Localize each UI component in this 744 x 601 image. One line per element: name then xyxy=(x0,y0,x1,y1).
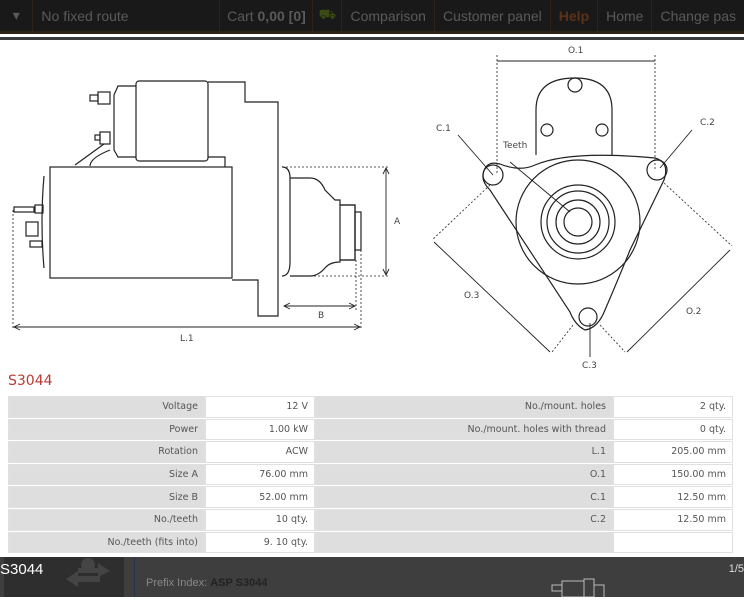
prefix-label: Prefix Index: xyxy=(146,577,208,589)
prefix-index: Prefix Index: ASP S3044 xyxy=(146,577,268,589)
side-view: A B L.1 xyxy=(12,80,401,344)
result-bar: S3044 Prefix Index: ASP S3044 1/5 xyxy=(0,557,744,597)
nav-change-password[interactable]: Change pas xyxy=(652,0,744,33)
home-label: Home xyxy=(606,7,644,24)
spec-value: 12.50 mm xyxy=(613,486,733,508)
spec-value: 12.50 mm xyxy=(613,508,733,531)
label-c1: C.1 xyxy=(436,124,451,134)
page-indicator: 1/5 xyxy=(728,563,744,575)
spec-label: No./mount. holes xyxy=(315,396,613,418)
spec-label: O.1 xyxy=(315,463,613,486)
spec-value: 9. 10 qty. xyxy=(205,531,315,554)
spec-label: No./teeth xyxy=(8,508,205,531)
customer-panel-label: Customer panel xyxy=(442,7,542,24)
spec-label: Rotation xyxy=(8,441,205,463)
specs-table: Voltage 12 V No./mount. holes 2 qty. Power 1.… xyxy=(8,395,733,554)
spec-value xyxy=(613,531,733,554)
spec-row: Size B 52.00 mm C.1 12.50 mm xyxy=(8,486,733,508)
nav-comparison[interactable]: Comparison xyxy=(342,0,435,33)
divider xyxy=(134,557,135,597)
spec-value: 52.00 mm xyxy=(205,486,315,508)
spec-label: Voltage xyxy=(8,396,205,418)
label-o3: O.3 xyxy=(464,291,479,301)
label-teeth: Teeth xyxy=(502,141,527,151)
front-view: O.1 C.1 C.2 Teeth O.3 O.2 C.3 xyxy=(431,46,733,371)
spec-label xyxy=(315,531,613,554)
spec-row: No./teeth (fits into) 9. 10 qty. xyxy=(8,531,733,554)
top-navigation: ▾ No fixed route Cart 0,00 [0] ⛟ Compari… xyxy=(0,0,744,34)
spec-value: 1.00 kW xyxy=(205,418,315,441)
spec-value: 205.00 mm xyxy=(613,441,733,463)
spec-row: Voltage 12 V No./mount. holes 2 qty. xyxy=(8,396,733,418)
prefix-value: ASP S3044 xyxy=(210,577,268,589)
spec-label: C.1 xyxy=(315,486,613,508)
nav-help[interactable]: Help xyxy=(551,0,599,33)
comparison-label: Comparison xyxy=(350,7,426,24)
help-label: Help xyxy=(558,7,590,24)
label-c2: C.2 xyxy=(700,118,715,128)
starter-thumbnail[interactable] xyxy=(550,575,640,597)
spec-label: No./teeth (fits into) xyxy=(8,531,205,554)
spec-value: 150.00 mm xyxy=(613,463,733,486)
technical-drawing: A B L.1 O.1 C.1 C.2 Teeth O.3 O.2 C.3 xyxy=(12,46,733,371)
change-password-label: Change pas xyxy=(660,7,736,24)
spec-value: 10 qty. xyxy=(205,508,315,531)
spec-value: 12 V xyxy=(205,396,315,418)
dropdown-caret-icon[interactable]: ▾ xyxy=(0,0,34,33)
spec-row: Rotation ACW L.1 205.00 mm xyxy=(8,441,733,463)
spec-row: No./teeth 10 qty. C.2 12.50 mm xyxy=(8,508,733,531)
cart-link[interactable]: Cart 0,00 [0] xyxy=(220,0,314,33)
nav-home[interactable]: Home xyxy=(598,0,653,33)
spec-label: C.2 xyxy=(315,508,613,531)
spec-row: Size A 76.00 mm O.1 150.00 mm xyxy=(8,463,733,486)
label-c3: C.3 xyxy=(582,361,597,371)
spec-value: 2 qty. xyxy=(613,396,733,418)
label-o2: O.2 xyxy=(686,307,701,317)
route-label: No fixed route xyxy=(41,7,129,24)
truck-icon[interactable]: ⛟ xyxy=(313,0,343,33)
result-code[interactable]: S3044 xyxy=(0,561,43,578)
spec-label: No./mount. holes with thread xyxy=(315,418,613,441)
product-code: S3044 xyxy=(8,373,53,389)
label-a: A xyxy=(394,217,401,227)
spec-value: ACW xyxy=(205,441,315,463)
label-o1: O.1 xyxy=(568,46,583,56)
spec-label: Size A xyxy=(8,463,205,486)
spec-value: 0 qty. xyxy=(613,418,733,441)
spec-value: 76.00 mm xyxy=(205,463,315,486)
label-l1: L.1 xyxy=(180,334,194,344)
spec-label: Size B xyxy=(8,486,205,508)
route-selector[interactable]: No fixed route xyxy=(33,0,221,33)
cart-value: 0,00 [0] xyxy=(257,7,306,24)
nav-customer-panel[interactable]: Customer panel xyxy=(435,0,551,33)
cart-label: Cart xyxy=(227,7,254,24)
spec-label: L.1 xyxy=(315,441,613,463)
spec-row: Power 1.00 kW No./mount. holes with thread… xyxy=(8,418,733,441)
label-b: B xyxy=(318,311,324,321)
spec-label: Power xyxy=(8,418,205,441)
